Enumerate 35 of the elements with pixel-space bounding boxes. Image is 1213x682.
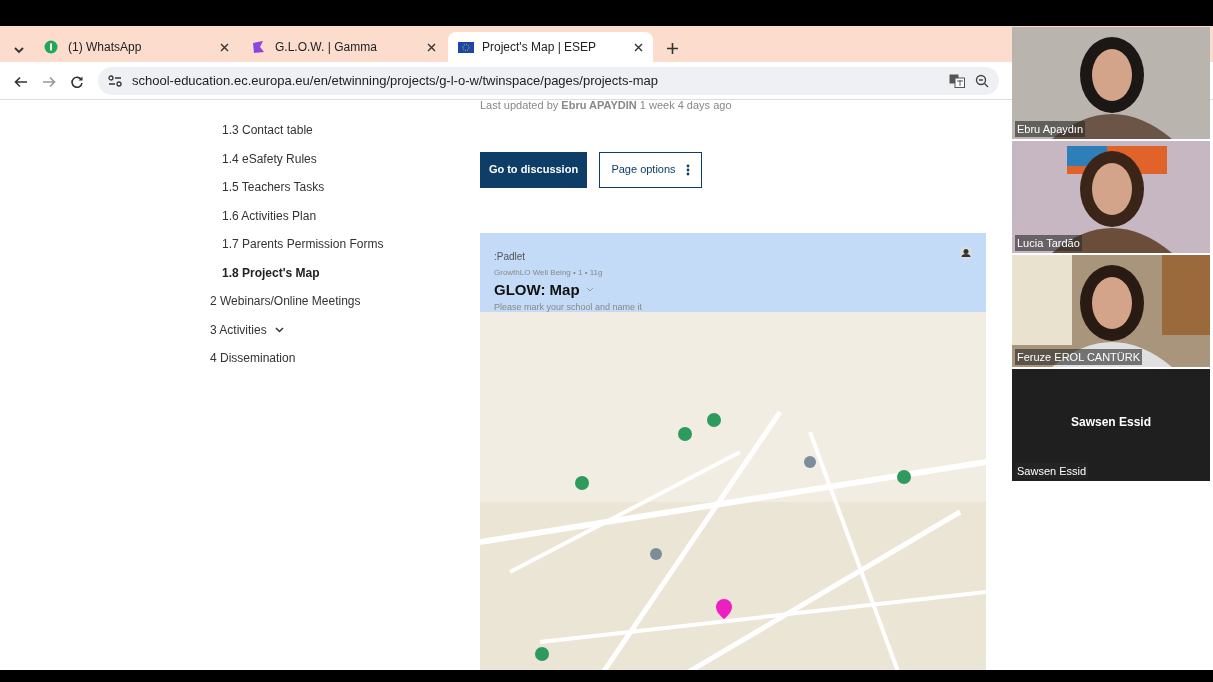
sidebar-item[interactable]: 4 Dissemination bbox=[210, 344, 480, 373]
padlet-meta: GrowthLO Well Being • 1 • 11g bbox=[494, 266, 604, 279]
chevron-down-icon bbox=[14, 46, 24, 55]
browser-tab[interactable]: (1) WhatsApp bbox=[34, 32, 239, 62]
padlet-title: GLOW: Map bbox=[494, 279, 580, 300]
user-icon bbox=[960, 246, 972, 259]
participant-name: Feruze EROL CANTÜRK bbox=[1015, 348, 1143, 365]
sidebar-item[interactable]: 2 Webinars/Online Meetings bbox=[210, 287, 480, 316]
sidebar-item[interactable]: 3 Activities bbox=[210, 320, 267, 339]
sidebar-item[interactable]: 1.7 Parents Permission Forms bbox=[210, 230, 480, 259]
site-settings-icon bbox=[108, 74, 122, 87]
flag-icon bbox=[458, 40, 474, 54]
chevron-down-icon bbox=[585, 287, 594, 293]
logo-icon bbox=[251, 40, 267, 54]
sidebar-item[interactable]: 1.8 Project's Map bbox=[210, 258, 480, 287]
translate-icon bbox=[949, 73, 965, 88]
sidebar-item[interactable]: 1.5 Teachers Tasks bbox=[210, 173, 480, 202]
participant-name: Ebru Apaydın bbox=[1015, 120, 1086, 137]
participant-name: Sawsen Essid bbox=[1069, 414, 1152, 431]
browser-tab[interactable]: G.L.O.W. | Gamma bbox=[241, 32, 446, 62]
sidebar-item[interactable]: 1.4 eSafety Rules bbox=[210, 144, 480, 173]
address-field[interactable]: school-education.ec.europa.eu/en/etwinning/projects/g-l-o-w/twinspace/pages/projects-map bbox=[98, 66, 999, 95]
last-updated-text: Last updated by Ebru APAYDIN 1 week 4 days ago bbox=[480, 100, 733, 113]
sidebar-item[interactable]: 1.6 Activities Plan bbox=[210, 201, 480, 230]
padlet-brand: :Padlet bbox=[494, 249, 526, 264]
page-options-button[interactable]: Page options bbox=[599, 151, 702, 188]
discussion-button[interactable]: Go to discussion bbox=[480, 151, 587, 188]
participant-name: Sawsen Essid bbox=[1015, 462, 1089, 479]
zoom-icon bbox=[975, 73, 989, 88]
chat-icon bbox=[44, 40, 60, 54]
participant-name: Lucia Tardão bbox=[1015, 234, 1082, 251]
sidebar-item[interactable]: 1.3 Contact table bbox=[210, 116, 480, 145]
browser-tab[interactable]: Project's Map | ESEP bbox=[448, 32, 653, 62]
more-icon bbox=[685, 163, 690, 176]
padlet-description: Please mark your school and name it bbox=[494, 301, 644, 314]
